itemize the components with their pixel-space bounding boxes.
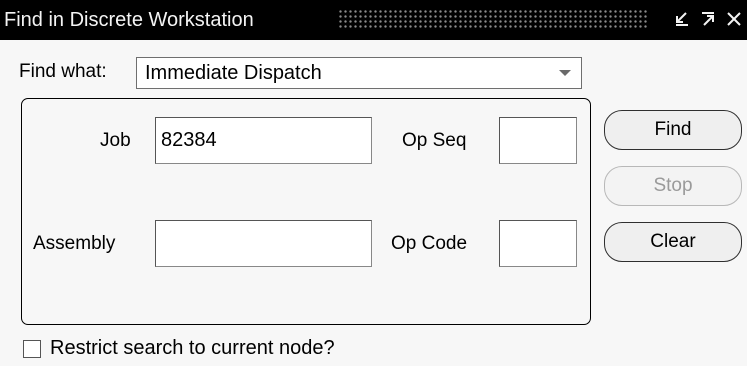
title-bar[interactable]: Find in Discrete Workstation: [0, 0, 747, 40]
op-seq-field[interactable]: [499, 117, 577, 164]
chevron-down-icon[interactable]: [559, 70, 571, 76]
minimize-icon[interactable]: [670, 7, 694, 33]
op-seq-label: Op Seq: [402, 130, 467, 151]
find-what-label: Find what:: [19, 61, 107, 82]
stop-button[interactable]: Stop: [604, 166, 742, 206]
op-code-label: Op Code: [391, 233, 468, 254]
restrict-search-label: Restrict search to current node?: [50, 337, 335, 359]
clear-button[interactable]: Clear: [604, 222, 742, 262]
maximize-icon[interactable]: [696, 7, 720, 33]
assembly-field[interactable]: [155, 220, 372, 267]
find-button[interactable]: Find: [604, 110, 742, 150]
close-icon[interactable]: [722, 7, 746, 33]
job-field[interactable]: [155, 117, 372, 164]
window-title: Find in Discrete Workstation: [4, 8, 254, 31]
find-what-value: Immediate Dispatch: [145, 62, 322, 84]
op-code-field[interactable]: [499, 220, 577, 267]
assembly-label: Assembly: [33, 233, 116, 254]
job-label: Job: [100, 130, 131, 151]
restrict-search-checkbox[interactable]: [23, 340, 41, 358]
find-what-select[interactable]: Immediate Dispatch: [136, 57, 582, 89]
title-bar-grip[interactable]: [338, 9, 648, 29]
